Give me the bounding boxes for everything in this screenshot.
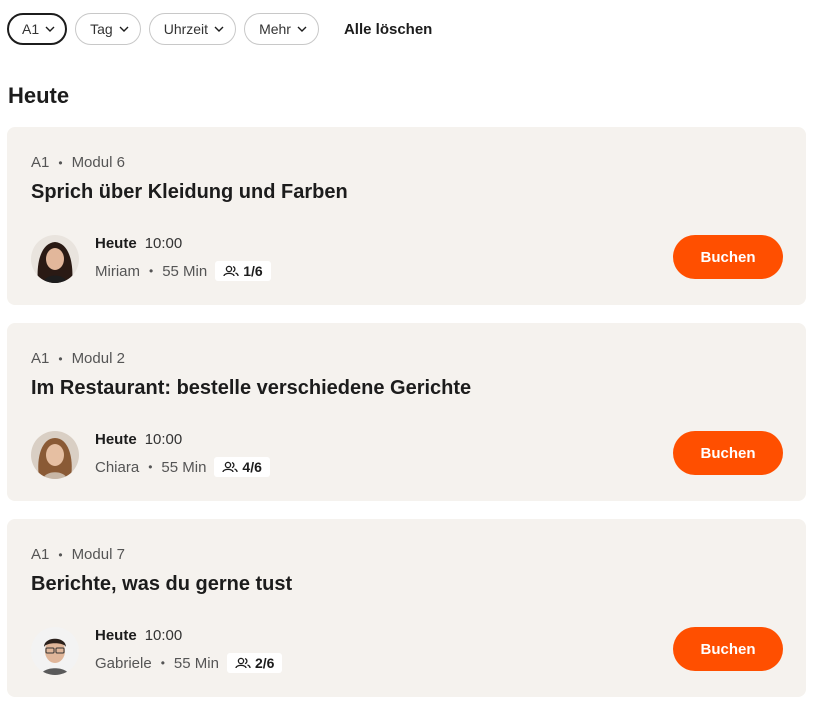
filter-chip-level[interactable]: A1 [7, 13, 68, 45]
class-time: 10:00 [144, 627, 183, 644]
chevron-down-icon [297, 26, 307, 32]
separator-dot: • [148, 460, 153, 474]
class-schedule: Heute 10:00 [95, 235, 182, 252]
separator-dot: • [58, 351, 63, 366]
separator-dot: • [160, 656, 165, 670]
seats-count: 2/6 [254, 655, 275, 671]
seats-badge: 4/6 [214, 457, 270, 477]
class-time: 10:00 [144, 431, 183, 448]
class-details: Gabriele • 55 Min 2/6 [95, 653, 283, 673]
class-details: Miriam • 55 Min 1/6 [95, 261, 271, 281]
book-button[interactable]: Buchen [673, 627, 783, 671]
book-button[interactable]: Buchen [673, 235, 783, 279]
class-listing-page: A1 Tag Uhrzeit Mehr Alle löschen Heute A… [0, 0, 814, 708]
class-meta: A1 • Modul 7 [31, 546, 125, 563]
class-details: Chiara • 55 Min 4/6 [95, 457, 270, 477]
book-button[interactable]: Buchen [673, 431, 783, 475]
teacher-avatar [31, 431, 79, 479]
class-title: Im Restaurant: bestelle verschiedene Ger… [31, 377, 472, 399]
class-duration: 55 Min [162, 262, 208, 280]
class-schedule: Heute 10:00 [95, 431, 182, 448]
chevron-down-icon [119, 26, 129, 32]
clear-all-filters-link[interactable]: Alle löschen [344, 21, 432, 38]
seats-count: 4/6 [242, 459, 262, 475]
seats-badge: 1/6 [215, 261, 271, 281]
class-level: A1 [31, 350, 50, 367]
class-card: A1 • Modul 2 Im Restaurant: bestelle ver… [7, 323, 806, 501]
group-icon [235, 657, 251, 669]
filter-bar: A1 Tag Uhrzeit Mehr Alle löschen [7, 13, 432, 45]
teacher-avatar [31, 627, 79, 675]
class-day: Heute [95, 431, 137, 448]
class-schedule: Heute 10:00 [95, 627, 182, 644]
group-icon [223, 265, 239, 277]
class-duration: 55 Min [173, 654, 219, 672]
separator-dot: • [58, 155, 63, 170]
chevron-down-icon [45, 26, 55, 32]
class-card: A1 • Modul 6 Sprich über Kleidung und Fa… [7, 127, 806, 305]
teacher-name: Miriam [95, 262, 140, 280]
class-duration: 55 Min [161, 458, 207, 476]
class-title: Sprich über Kleidung und Farben [31, 181, 348, 203]
class-level: A1 [31, 546, 50, 563]
class-level: A1 [31, 154, 50, 171]
teacher-avatar [31, 235, 79, 283]
class-title: Berichte, was du gerne tust [31, 573, 293, 595]
teacher-name: Gabriele [95, 654, 152, 672]
class-module: Modul 7 [71, 546, 125, 563]
teacher-name: Chiara [95, 458, 140, 476]
class-module: Modul 6 [71, 154, 125, 171]
filter-chip-day[interactable]: Tag [75, 13, 141, 45]
separator-dot: • [58, 547, 63, 562]
class-time: 10:00 [144, 235, 183, 252]
separator-dot: • [149, 264, 154, 278]
seats-badge: 2/6 [226, 653, 283, 673]
filter-chip-label: Tag [90, 21, 113, 37]
class-meta: A1 • Modul 6 [31, 154, 125, 171]
filter-chip-label: Uhrzeit [163, 21, 209, 37]
chevron-down-icon [214, 26, 224, 32]
filter-chip-time[interactable]: Uhrzeit [148, 13, 237, 45]
class-day: Heute [95, 627, 137, 644]
seats-count: 1/6 [243, 263, 263, 279]
filter-chip-label: Mehr [259, 21, 291, 37]
class-meta: A1 • Modul 2 [31, 350, 125, 367]
filter-chip-label: A1 [22, 21, 40, 37]
class-card: A1 • Modul 7 Berichte, was du gerne tust… [7, 519, 806, 697]
group-icon [222, 461, 239, 473]
class-day: Heute [95, 235, 137, 252]
class-module: Modul 2 [71, 350, 125, 367]
filter-chip-more[interactable]: Mehr [244, 13, 319, 45]
section-title: Heute [8, 83, 70, 108]
